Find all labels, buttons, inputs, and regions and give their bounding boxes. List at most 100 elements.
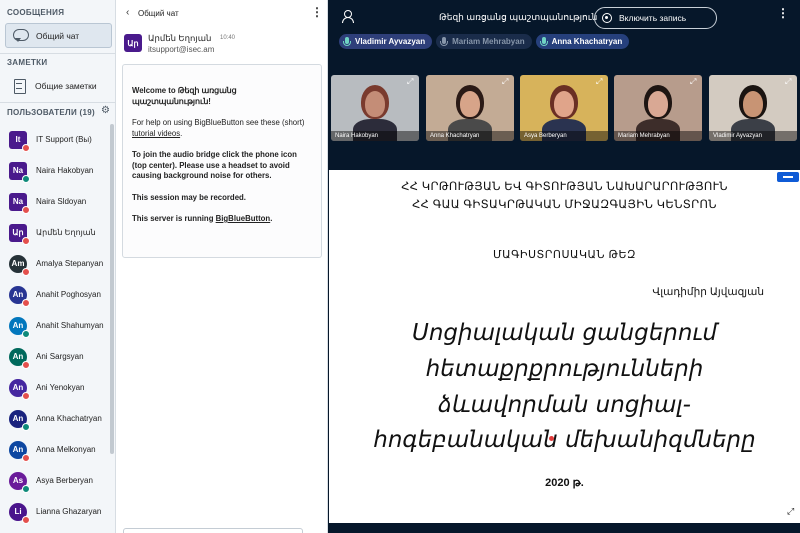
avatar: An xyxy=(9,409,30,431)
video-participant-name: Naira Hakobyan xyxy=(331,131,419,141)
video-tile[interactable]: ⤢ Vladimir Ayvazyan xyxy=(709,75,797,141)
user-list-item[interactable]: Na Naira Sldoyan xyxy=(0,186,108,217)
avatar: Ար xyxy=(9,223,30,245)
user-list-item[interactable]: An Anahit Shahumyan xyxy=(0,310,108,341)
user-name: Asya Berberyan xyxy=(36,476,93,485)
user-name: IT Support (Вы) xyxy=(36,135,92,144)
participant-video-face xyxy=(460,91,480,117)
notes-icon xyxy=(11,79,29,94)
status-indicator xyxy=(22,484,30,493)
messages-heading: СООБЩЕНИЯ xyxy=(7,8,65,17)
user-list-scrollbar[interactable] xyxy=(110,124,114,454)
expand-icon[interactable]: ⤢ xyxy=(502,78,511,87)
welcome-server-end: . xyxy=(270,214,273,223)
meeting-title: Թեզի առցանց պաշտպանություն xyxy=(439,12,598,22)
fullscreen-icon[interactable]: ⤢ xyxy=(787,506,794,517)
talker-name: Vladimir Ayvazyan xyxy=(355,37,426,46)
chat-title[interactable]: Общий чат xyxy=(138,9,179,18)
gear-icon[interactable]: ⚙ xyxy=(101,105,110,116)
user-list-item[interactable]: An Ani Yenokyan xyxy=(0,372,108,403)
user-rows: It IT Support (Вы) Na Naira Hakobyan Na Naira… xyxy=(0,124,108,527)
status-indicator xyxy=(22,360,30,369)
avatar: Na xyxy=(9,192,30,214)
participant-video-face xyxy=(648,91,668,117)
user-name: Anna Melkonyan xyxy=(36,445,96,454)
welcome-message: Welcome to Թեզի առցանց պաշտպանություն! F… xyxy=(122,64,322,258)
tutorial-videos-link[interactable]: tutorial videos xyxy=(132,129,180,138)
participant-video-face xyxy=(743,91,763,117)
welcome-recorded: This session may be recorded. xyxy=(132,192,246,202)
options-menu-icon[interactable]: ⋮ xyxy=(777,6,789,20)
user-list-item[interactable]: As Asya Berberyan xyxy=(0,465,108,496)
shared-notes-item[interactable]: Общие заметки xyxy=(5,74,112,98)
user-name: Anna Khachatryan xyxy=(36,414,102,423)
slide-title-line: հետաքրքրությունների xyxy=(425,356,704,382)
slide-header-2: ՀՀ ԳԱԱ ԳԻՏԱԿՐԹԱԿԱՆ ՄԻՋԱԶԳԱՅԻՆ ԿԵՆՏՐՈՆ xyxy=(412,199,717,211)
avatar: An xyxy=(9,316,30,338)
video-tile[interactable]: ⤢ Naira Hakobyan xyxy=(331,75,419,141)
user-list-item[interactable]: An Anna Khachatryan xyxy=(0,403,108,434)
avatar: An xyxy=(9,285,30,307)
status-indicator xyxy=(22,422,30,431)
pointer-dot xyxy=(549,436,554,441)
chat-message-input[interactable] xyxy=(123,528,303,533)
user-list-item[interactable]: Li Lianna Ghazaryan xyxy=(0,496,108,527)
talking-indicator[interactable]: Vladimir Ayvazyan xyxy=(339,34,433,49)
welcome-server: This server is running BigBlueButton. xyxy=(132,214,313,225)
avatar: An xyxy=(9,378,30,400)
microphone-icon xyxy=(343,36,351,47)
chat-header: ‹ Общий чат ⋮ xyxy=(116,0,328,26)
slide-title-line: հոգեբանական մեխանիզմները xyxy=(373,427,756,453)
video-tile[interactable]: ⤢ Anna Khachatryan xyxy=(426,75,514,141)
message-avatar: Ար xyxy=(124,34,142,52)
user-icon[interactable] xyxy=(341,10,354,23)
expand-icon[interactable]: ⤢ xyxy=(690,78,699,87)
user-list-item[interactable]: An Ani Sargsyan xyxy=(0,341,108,372)
video-tile[interactable]: ⤢ Asya Berberyan xyxy=(520,75,608,141)
minimize-presentation-button[interactable] xyxy=(777,172,799,182)
expand-icon[interactable]: ⤢ xyxy=(407,78,416,87)
welcome-help-text: For help on using BigBlueButton see thes… xyxy=(132,118,305,127)
welcome-help-end: . xyxy=(180,128,183,138)
users-heading: ПОЛЬЗОВАТЕЛИ (19) xyxy=(7,108,95,117)
welcome-line: Welcome to Թեզի առցանց պաշտպանություն! xyxy=(132,86,237,106)
video-tile[interactable]: ⤢ Mariam Mehrabyan xyxy=(614,75,702,141)
welcome-audio: To join the audio bridge click the phone… xyxy=(132,150,297,180)
welcome-help: For help on using BigBlueButton see thes… xyxy=(132,118,313,139)
video-strip: ⤢ Naira Hakobyan ⤢ Anna Khachatryan ⤢ Asya Be… xyxy=(329,75,800,142)
talking-indicator[interactable]: Anna Khachatryan xyxy=(535,34,630,49)
user-list-item[interactable]: An Anna Melkonyan xyxy=(0,434,108,465)
user-name: Amalya Stepanyan xyxy=(36,259,104,268)
user-list-item[interactable]: An Anahit Poghosyan xyxy=(0,279,108,310)
chat-options-icon[interactable]: ⋮ xyxy=(311,5,323,19)
expand-icon[interactable]: ⤢ xyxy=(785,78,794,87)
record-label: Включить запись xyxy=(619,13,687,23)
chevron-left-icon[interactable]: ‹ xyxy=(126,7,129,18)
status-indicator xyxy=(22,205,30,214)
user-list-item[interactable]: Am Amalya Stepanyan xyxy=(0,248,108,279)
public-chat-label: Общий чат xyxy=(36,30,80,41)
status-indicator xyxy=(22,329,30,338)
expand-icon[interactable]: ⤢ xyxy=(596,78,605,87)
record-button[interactable]: Включить запись xyxy=(594,7,717,29)
microphone-icon xyxy=(539,36,548,47)
avatar: It xyxy=(9,130,30,152)
avatar: An xyxy=(9,347,30,369)
slide-title-line: ձևավորման սոցիալ- xyxy=(438,392,691,418)
user-name: Ani Sargsyan xyxy=(36,352,84,361)
talking-indicators: Vladimir Ayvazyan Mariam Mehrabyan Anna Kh… xyxy=(339,34,630,49)
bigbluebutton-link[interactable]: BigBlueButton xyxy=(216,214,271,223)
slide-author: Վլադիմիր Այվազյան xyxy=(652,286,764,298)
message-time: 10:40 xyxy=(220,35,236,41)
user-name: Anahit Shahumyan xyxy=(36,321,104,330)
avatar: As xyxy=(9,471,30,493)
video-participant-name: Vladimir Ayvazyan xyxy=(709,131,797,141)
user-list-item[interactable]: Na Naira Hakobyan xyxy=(0,155,108,186)
talking-indicator[interactable]: Mariam Mehrabyan xyxy=(436,34,532,49)
user-list-item[interactable]: It IT Support (Вы) xyxy=(0,124,108,155)
user-list-item[interactable]: Ար Արմեն Եղոյան xyxy=(0,217,108,248)
message-text: itsupport@isec.am xyxy=(148,45,215,54)
user-name: Naira Sldoyan xyxy=(36,197,87,206)
public-chat-item[interactable]: Общий чат xyxy=(5,23,112,48)
welcome-server-text: This server is running xyxy=(132,214,216,223)
